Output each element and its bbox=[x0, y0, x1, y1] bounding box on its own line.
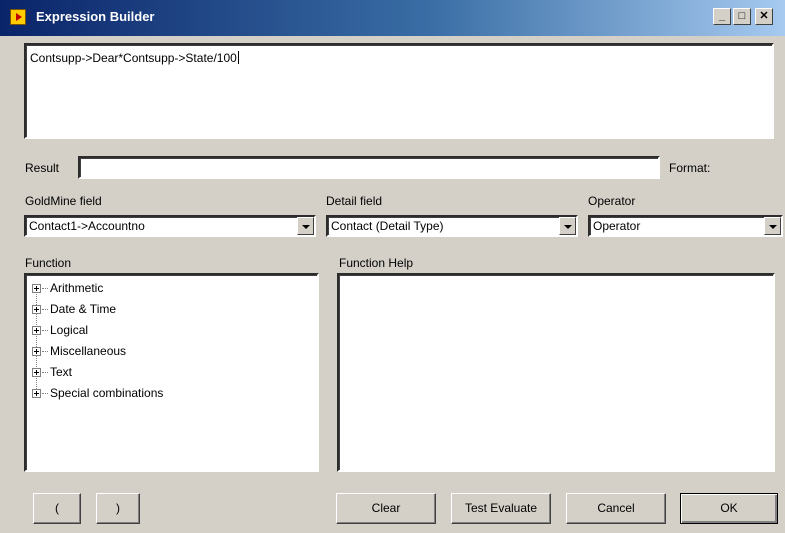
operator-label: Operator bbox=[588, 194, 636, 208]
result-label: Result bbox=[25, 161, 60, 175]
plus-box-icon[interactable] bbox=[32, 368, 41, 377]
window-title: Expression Builder bbox=[36, 9, 155, 24]
open-paren-button[interactable]: ( bbox=[33, 493, 81, 524]
app-icon[interactable] bbox=[10, 9, 26, 25]
test-evaluate-button[interactable]: Test Evaluate bbox=[451, 493, 551, 524]
function-help-box[interactable] bbox=[337, 273, 775, 472]
detail-field-select[interactable]: Contact (Detail Type) bbox=[326, 215, 578, 237]
clear-button[interactable]: Clear bbox=[336, 493, 436, 524]
operator-select[interactable]: Operator bbox=[588, 215, 783, 237]
maximize-button[interactable]: □ bbox=[733, 8, 751, 25]
chevron-down-icon[interactable] bbox=[764, 217, 781, 235]
detail-field-label: Detail field bbox=[326, 194, 383, 208]
expression-text: Contsupp->Dear*Contsupp->State/100 bbox=[30, 51, 239, 65]
cancel-button[interactable]: Cancel bbox=[566, 493, 666, 524]
title-bar[interactable]: Expression Builder _ □ ✕ bbox=[0, 0, 785, 36]
result-field[interactable] bbox=[78, 156, 660, 179]
chevron-down-icon[interactable] bbox=[559, 217, 576, 235]
close-paren-button[interactable]: ) bbox=[96, 493, 140, 524]
plus-box-icon[interactable] bbox=[32, 326, 41, 335]
goldmine-field-select[interactable]: Contact1->Accountno bbox=[24, 215, 316, 237]
plus-box-icon[interactable] bbox=[32, 284, 41, 293]
function-label: Function bbox=[25, 256, 72, 270]
plus-box-icon[interactable] bbox=[32, 305, 41, 314]
plus-box-icon[interactable] bbox=[32, 389, 41, 398]
ok-button[interactable]: OK bbox=[680, 493, 778, 524]
expression-textarea[interactable]: Contsupp->Dear*Contsupp->State/100 bbox=[24, 43, 774, 139]
function-tree[interactable]: Arithmetic Date & Time Logical Miscellan… bbox=[24, 273, 319, 472]
text-caret bbox=[237, 51, 239, 64]
goldmine-field-label: GoldMine field bbox=[25, 194, 102, 208]
function-help-label: Function Help bbox=[339, 256, 414, 270]
plus-box-icon[interactable] bbox=[32, 347, 41, 356]
chevron-down-icon[interactable] bbox=[297, 217, 314, 235]
close-button[interactable]: ✕ bbox=[755, 8, 773, 25]
minimize-button[interactable]: _ bbox=[713, 8, 731, 25]
format-label: Format: bbox=[669, 161, 711, 175]
